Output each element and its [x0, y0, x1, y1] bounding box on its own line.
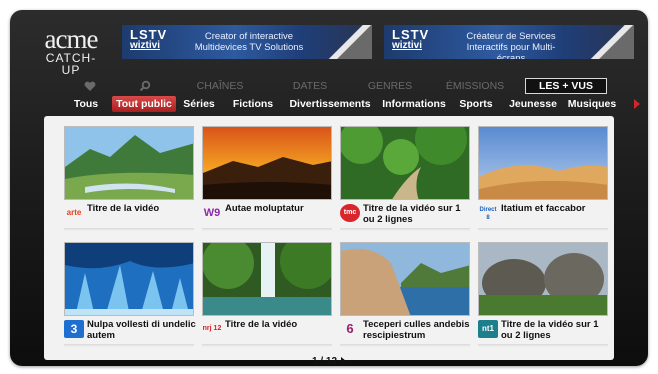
coast-cliffs-thumbnail-image	[341, 243, 469, 315]
channel-logo-arte: arte	[64, 204, 84, 222]
category-fictions[interactable]: Fictions	[228, 96, 278, 112]
next-page-icon[interactable]	[341, 357, 347, 366]
video-card[interactable]: W9 Autae moluptatur	[202, 126, 332, 231]
card-shadow	[64, 228, 194, 231]
tab-chaines[interactable]: CHAÎNES	[180, 78, 260, 94]
video-thumbnail	[202, 242, 332, 316]
landscape-thumbnail-image	[65, 127, 193, 199]
video-title: Titre de la vidéo	[87, 203, 160, 214]
video-thumbnail	[64, 126, 194, 200]
video-grid-panel: arte Titre de la vidéo W9 Autae moluptat…	[44, 116, 614, 360]
video-thumbnail	[202, 126, 332, 200]
video-card[interactable]: 6 Teceperi culles andebis rescipiestrum	[340, 242, 470, 347]
acme-catchup-logo: acme CATCH-UP	[38, 24, 104, 77]
card-shadow	[340, 228, 470, 231]
video-title: Nulpa vollesti di undelic autem	[87, 319, 196, 341]
card-shadow	[202, 228, 332, 231]
tab-les-plus-vus[interactable]: LES + VUS	[525, 78, 607, 94]
video-title: Autae moluptatur	[225, 203, 304, 214]
lstv-wiztivi-logo: LSTV wiztivi	[130, 28, 167, 51]
channel-logo-tmc: tmc	[340, 204, 360, 222]
banner-tagline: Creator of interactive Multidevices TV S…	[194, 31, 304, 53]
video-title: Teceperi culles andebis rescipiestrum	[363, 319, 470, 341]
channel-logo-w9: W9	[202, 204, 222, 222]
channel-logo-nrj12: nrj 12	[202, 320, 222, 338]
tab-genres[interactable]: GENRES	[355, 78, 425, 94]
category-jeunesse[interactable]: Jeunesse	[504, 96, 562, 112]
video-title: Itatium et faccabor	[501, 203, 586, 214]
category-musiques[interactable]: Musiques	[564, 96, 620, 112]
banner-tagline: Créateur de Services Interactifs pour Mu…	[466, 31, 556, 59]
banner-brand-bottom: wiztivi	[130, 40, 161, 51]
channel-logo-france3: 3	[64, 320, 84, 338]
search-tab[interactable]	[135, 78, 155, 94]
ad-banner-creator[interactable]: LSTV wiztivi Creator of interactive Mult…	[122, 25, 372, 59]
search-icon	[139, 80, 151, 92]
video-thumbnail	[340, 242, 470, 316]
category-navigation: Tous Tout public Séries Fictions Diverti…	[20, 95, 640, 113]
channel-logo-nt1: nt1	[478, 320, 498, 338]
video-thumbnail	[340, 126, 470, 200]
top-navigation: CHAÎNES DATES GENRES ÉMISSIONS LES + VUS	[50, 78, 630, 94]
category-tous[interactable]: Tous	[66, 96, 106, 112]
banner-stripe-decoration	[584, 25, 634, 59]
category-series[interactable]: Séries	[178, 96, 220, 112]
video-card[interactable]: arte Titre de la vidéo	[64, 126, 194, 231]
logo-subtitle: CATCH-UP	[45, 51, 97, 77]
video-thumbnail	[64, 242, 194, 316]
video-card[interactable]: tmc Titre de la vidéo sur 1 ou 2 lignes	[340, 126, 470, 231]
video-title: Titre de la vidéo	[225, 319, 298, 330]
channel-logo-direct8: Direct 8	[478, 204, 498, 222]
video-card[interactable]: 3 Nulpa vollesti di undelic autem	[64, 242, 196, 347]
heart-icon	[84, 81, 96, 91]
chevron-right-icon[interactable]	[634, 99, 640, 109]
category-divertissements[interactable]: Divertissements	[288, 96, 372, 112]
video-title: Titre de la vidéo sur 1 ou 2 lignes	[363, 203, 461, 225]
video-card[interactable]: Direct 8 Itatium et faccabor	[478, 126, 608, 231]
pagination: 1 / 12	[10, 356, 648, 366]
favorites-tab[interactable]	[80, 78, 100, 94]
card-shadow	[478, 228, 608, 231]
card-shadow	[202, 344, 332, 347]
tab-emissions[interactable]: ÉMISSIONS	[435, 78, 515, 94]
video-thumbnail	[478, 242, 608, 316]
ad-banner-createur[interactable]: LSTV wiztivi Créateur de Services Intera…	[384, 25, 634, 59]
category-sports[interactable]: Sports	[453, 96, 499, 112]
logo-wordmark: acme	[44, 24, 99, 54]
card-shadow	[64, 344, 194, 347]
category-tout-public[interactable]: Tout public	[112, 96, 176, 112]
video-card[interactable]: nrj 12 Titre de la vidéo	[202, 242, 332, 347]
channel-logo-m6: 6	[340, 320, 360, 338]
video-thumbnail	[478, 126, 608, 200]
card-shadow	[478, 344, 608, 347]
tv-screen: acme CATCH-UP LSTV wiztivi Creator of in…	[10, 10, 648, 366]
banner-brand-bottom: wiztivi	[392, 40, 423, 51]
desert-thumbnail-image	[479, 127, 607, 199]
forest-path-thumbnail-image	[341, 127, 469, 199]
rocks-thumbnail-image	[479, 243, 607, 315]
card-shadow	[340, 344, 470, 347]
waterfall-thumbnail-image	[203, 243, 331, 315]
ice-cave-thumbnail-image	[65, 243, 193, 315]
lstv-wiztivi-logo: LSTV wiztivi	[392, 28, 429, 51]
video-title: Titre de la vidéo sur 1 ou 2 lignes	[501, 319, 599, 341]
video-card[interactable]: nt1 Titre de la vidéo sur 1 ou 2 lignes	[478, 242, 608, 347]
tab-dates[interactable]: DATES	[275, 78, 345, 94]
category-informations[interactable]: Informations	[380, 96, 448, 112]
sunset-thumbnail-image	[203, 127, 331, 199]
banner-stripe-decoration	[322, 25, 372, 59]
page-indicator: 1 / 12	[311, 356, 338, 366]
